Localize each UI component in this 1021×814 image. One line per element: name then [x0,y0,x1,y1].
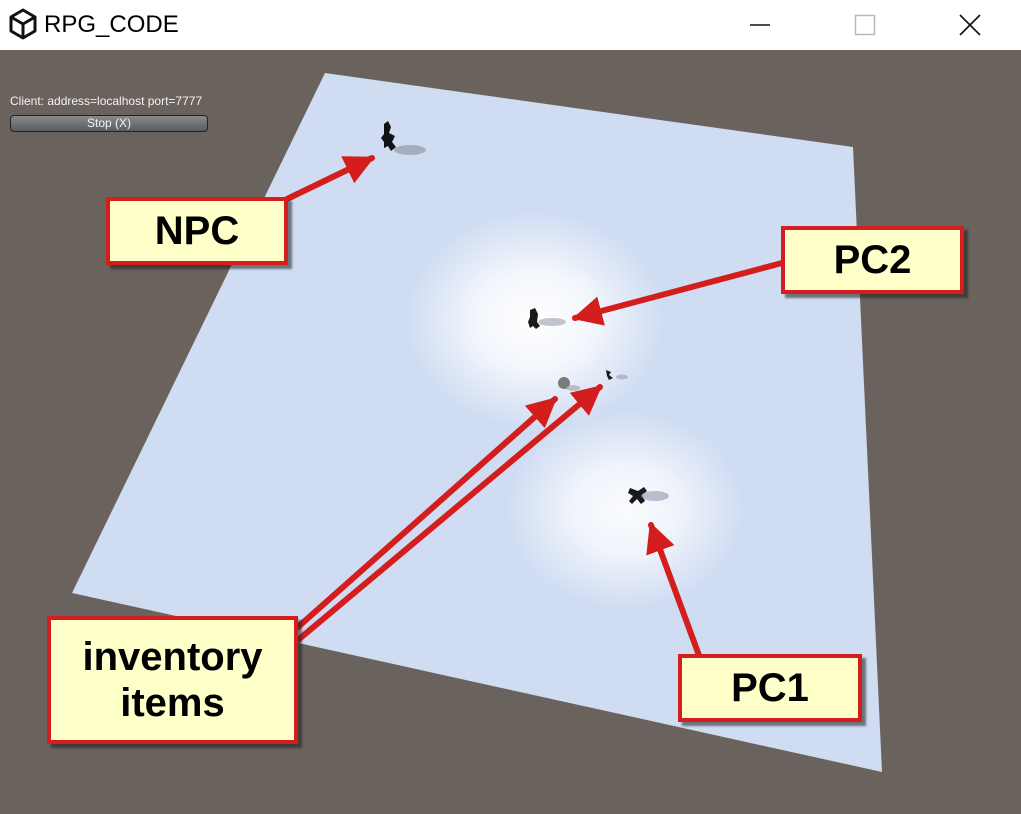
pc2-callout-text: PC2 [833,238,912,282]
title-bar: RPG_CODE [0,0,1021,50]
maximize-button[interactable] [835,0,895,50]
game-viewport[interactable]: Client: address=localhost port=7777 Stop… [0,50,1021,814]
pc1-callout: PC1 [678,654,862,722]
client-status-text: Client: address=localhost port=7777 [10,94,203,108]
npc-callout-text: NPC [154,209,240,253]
close-icon [959,14,981,36]
close-button[interactable] [940,0,1000,50]
minimize-icon [750,24,770,26]
pc2-callout: PC2 [781,226,964,294]
npc-callout: NPC [106,197,288,265]
stop-button[interactable]: Stop (X) [10,115,208,132]
pc1-callout-text: PC1 [731,666,809,710]
inventory-callout-line2: items [120,681,225,725]
unity-logo-icon [9,8,37,40]
minimize-button[interactable] [730,0,790,50]
inventory-items-callout: inventory items [47,616,298,744]
inventory-callout-line1: inventory [82,635,263,679]
maximize-icon [854,14,876,36]
window-title: RPG_CODE [44,11,179,38]
